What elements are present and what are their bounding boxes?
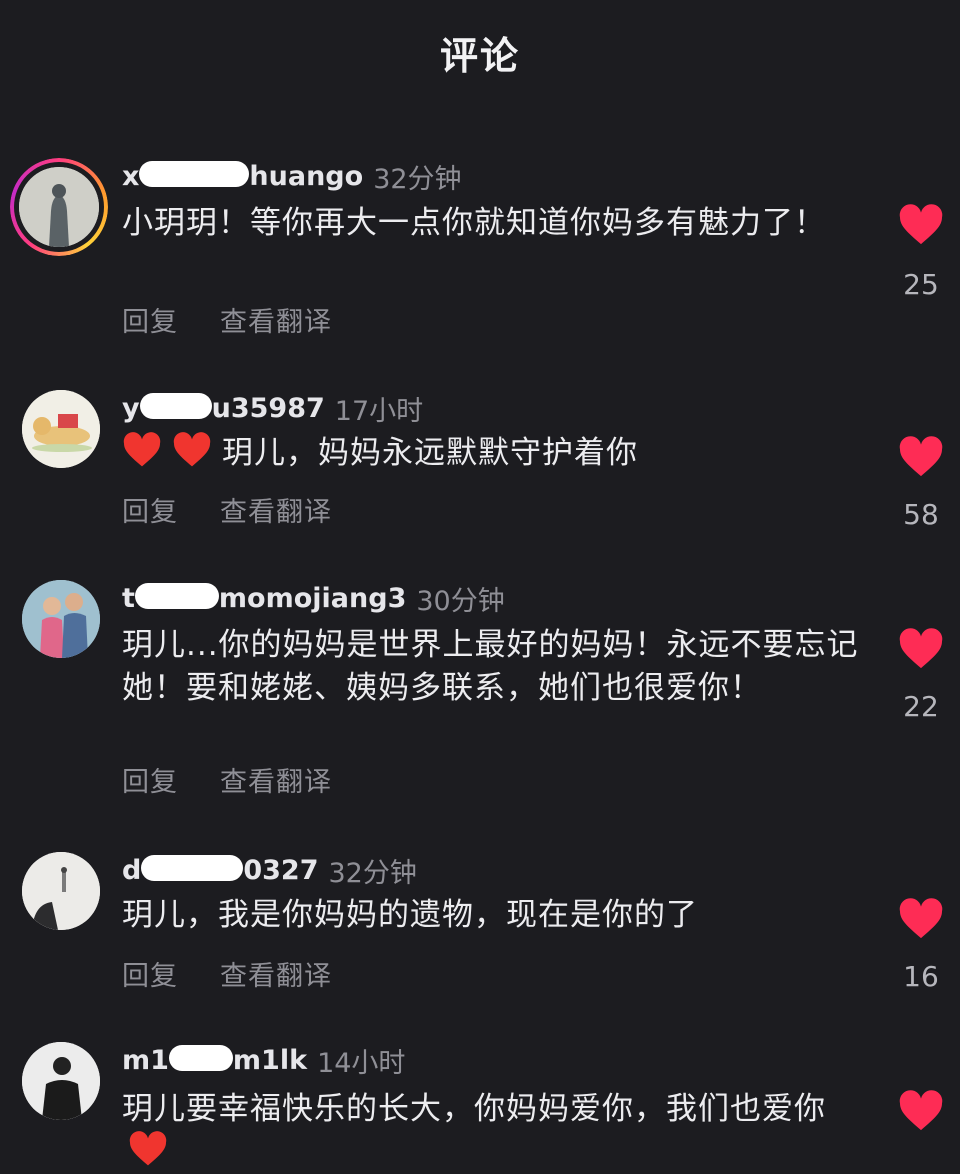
comment-text: 玥儿，我是你妈妈的遗物，现在是你的了 xyxy=(122,897,698,933)
page-title: 评论 xyxy=(439,33,520,78)
comment-time: 32分钟 xyxy=(328,857,417,889)
red-heart-emoji xyxy=(128,1131,168,1167)
redaction-mark xyxy=(134,583,219,609)
redaction-mark xyxy=(139,161,250,187)
heart-icon[interactable] xyxy=(898,628,944,670)
avatar[interactable] xyxy=(22,1042,100,1120)
comment-actions: 回复 查看翻译 xyxy=(122,300,332,339)
redaction-mark xyxy=(139,393,212,419)
heart-icon[interactable] xyxy=(898,204,944,246)
comment-time: 32分钟 xyxy=(373,163,462,195)
like-control: 22 xyxy=(898,628,944,723)
comment-text: 小玥玥！等你再大一点你就知道你妈多有魅力了！ xyxy=(122,205,826,241)
comment-text: 玥儿，妈妈永远默默守护着你 xyxy=(122,432,862,475)
red-heart-emoji xyxy=(172,432,212,468)
avatar[interactable] xyxy=(22,852,100,930)
translate-button[interactable]: 查看翻译 xyxy=(220,490,332,529)
comment-time: 14小时 xyxy=(317,1047,406,1079)
comment-actions: 回复 查看翻译 xyxy=(122,490,332,529)
comment-text: 玥儿要幸福快乐的长大，你妈妈爱你，我们也爱你 xyxy=(122,1088,862,1174)
comment-time: 30分钟 xyxy=(416,585,505,617)
comment-time: 17小时 xyxy=(334,395,424,427)
username[interactable]: x huango xyxy=(122,161,363,192)
translate-button[interactable]: 查看翻译 xyxy=(220,760,332,799)
username[interactable]: t momojiang3 xyxy=(122,583,406,614)
like-count: 16 xyxy=(903,960,939,993)
comment-text: 玥儿...你的妈妈是世界上最好的妈妈！永远不要忘记她！要和姥姥、姨妈多联系，她们… xyxy=(122,627,859,706)
like-count: 22 xyxy=(903,690,939,723)
reply-button[interactable]: 回复 xyxy=(122,954,178,993)
reply-button[interactable]: 回复 xyxy=(122,490,178,529)
translate-button[interactable]: 查看翻译 xyxy=(220,300,332,339)
comment-actions: 回复 查看翻译 xyxy=(122,760,332,799)
username[interactable]: m1 m1lk xyxy=(122,1045,307,1076)
like-control: 25 xyxy=(898,204,944,301)
reply-button[interactable]: 回复 xyxy=(122,760,178,799)
like-control: 16 xyxy=(898,898,944,993)
comments-header: 评论 xyxy=(0,0,960,110)
like-count: 25 xyxy=(903,268,939,301)
redaction-mark xyxy=(168,1045,233,1071)
comment-meta: d 0327 32分钟 xyxy=(122,850,417,890)
comment-meta: x huango 32分钟 xyxy=(122,156,462,196)
heart-icon[interactable] xyxy=(898,1090,944,1132)
heart-icon[interactable] xyxy=(898,436,944,478)
username[interactable]: d 0327 xyxy=(122,855,318,886)
heart-icon[interactable] xyxy=(898,898,944,940)
comment-meta: t momojiang3 30分钟 xyxy=(122,578,505,618)
redaction-mark xyxy=(141,855,244,881)
comment-meta: y u35987 17小时 xyxy=(122,388,423,428)
username[interactable]: y u35987 xyxy=(122,393,325,424)
comment-meta: m1 m1lk 14小时 xyxy=(122,1040,405,1080)
avatar[interactable] xyxy=(10,158,108,256)
translate-button[interactable]: 查看翻译 xyxy=(220,954,332,993)
red-heart-emoji xyxy=(122,432,162,468)
reply-button[interactable]: 回复 xyxy=(122,300,178,339)
avatar[interactable] xyxy=(22,390,100,468)
like-control xyxy=(898,1090,944,1132)
avatar[interactable] xyxy=(22,580,100,658)
like-count: 58 xyxy=(903,498,939,531)
comment-actions: 回复 查看翻译 xyxy=(122,954,332,993)
like-control: 58 xyxy=(898,436,944,531)
